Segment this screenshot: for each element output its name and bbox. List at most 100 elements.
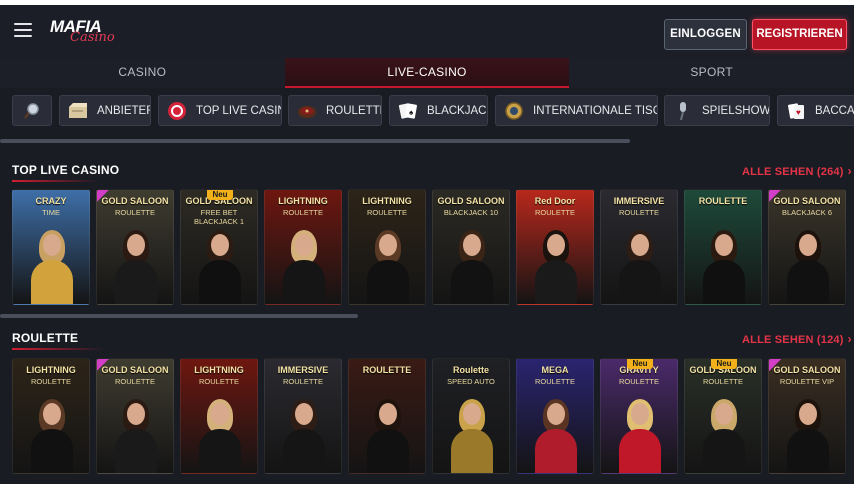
see-all-label: ALLE SEHEN (124) — [742, 334, 844, 346]
dealer-image — [703, 230, 745, 304]
game-subtitle: ROULETTE — [114, 208, 155, 217]
game-subtitle: ROULETTE — [198, 377, 239, 386]
dealer-image — [283, 399, 325, 473]
game-subtitle: TIME — [42, 208, 60, 217]
category-blackjack[interactable]: ♠ BLACKJACK — [389, 95, 488, 126]
game-tile[interactable]: ROULETTE — [684, 189, 762, 305]
section-scrollbar[interactable] — [0, 314, 358, 318]
neu-badge: Neu — [711, 359, 737, 369]
game-subtitle: ROULETTE — [282, 377, 323, 386]
top-bar: MAFIA Casino EINLOGGEN REGISTRIEREN — [0, 0, 854, 58]
category-baccarat[interactable]: ♥ BACCARAT — [777, 95, 854, 126]
svg-text:♥: ♥ — [796, 108, 801, 117]
category-search[interactable] — [12, 95, 52, 126]
game-tile[interactable]: GOLD SALOON BLACKJACK 10 — [432, 189, 510, 305]
game-tile[interactable]: LIGHTNING ROULETTE — [348, 189, 426, 305]
game-tile[interactable]: LIGHTNING ROULETTE — [12, 358, 90, 474]
category-top-live-casino[interactable]: TOP LIVE CASINO — [158, 95, 282, 126]
game-tile[interactable]: Neu GRAVITY ROULETTE — [600, 358, 678, 474]
game-subtitle: ROULETTE VIP — [779, 377, 835, 386]
game-tile[interactable]: GOLD SALOON ROULETTE — [96, 358, 174, 474]
section-underline — [12, 348, 104, 350]
game-title: IMMERSIVE — [613, 196, 665, 206]
game-subtitle: ROULETTE — [282, 208, 323, 217]
section-title: ROULETTE — [12, 331, 104, 350]
neu-badge: Neu — [627, 359, 653, 369]
game-tile[interactable]: IMMERSIVE ROULETTE — [264, 358, 342, 474]
game-subtitle: ROULETTE — [366, 208, 407, 217]
main-tabs: CASINO LIVE-CASINO SPORT — [0, 58, 854, 88]
game-subtitle: BLACKJACK 6 — [781, 208, 833, 217]
dealer-image — [367, 230, 409, 304]
dealer-image — [115, 399, 157, 473]
game-tile[interactable]: GOLD SALOON ROULETTE VIP — [768, 358, 846, 474]
category-bar: ANBIETER TOP LIVE CASINO ROULETTE ♠ BLAC… — [0, 95, 854, 127]
tab-live-casino[interactable]: LIVE-CASINO — [284, 58, 570, 88]
dealer-image — [619, 399, 661, 473]
game-subtitle: ROULETTE — [618, 377, 659, 386]
new-corner-badge — [97, 190, 110, 203]
category-anbieter[interactable]: ANBIETER — [59, 95, 151, 126]
game-grid-top-live-casino: CRAZY TIME GOLD SALOON ROULETTE Neu GOLD SALO… — [0, 189, 854, 307]
game-tile[interactable]: MEGA ROULETTE — [516, 358, 594, 474]
dealer-image — [787, 399, 829, 473]
game-title: LIGHTNING — [26, 365, 76, 375]
globe-icon — [504, 101, 524, 121]
chevron-right-icon: › — [847, 332, 852, 346]
playing-cards-icon: ♥ — [786, 101, 806, 121]
game-tile[interactable]: Neu GOLD SALOON ROULETTE — [684, 358, 762, 474]
section-title-text: ROULETTE — [12, 331, 79, 345]
category-scrollbar[interactable] — [0, 139, 630, 143]
see-all-link[interactable]: ALLE SEHEN (264) › — [742, 164, 852, 178]
see-all-link[interactable]: ALLE SEHEN (124) › — [742, 332, 852, 346]
game-title: IMMERSIVE — [277, 365, 329, 375]
game-subtitle: ROULETTE — [30, 377, 71, 386]
game-title: ROULETTE — [698, 196, 748, 206]
dealer-image — [451, 399, 493, 473]
new-corner-badge — [769, 190, 782, 203]
box-icon — [68, 101, 88, 121]
game-title: ROULETTE — [362, 365, 412, 375]
game-tile[interactable]: IMMERSIVE ROULETTE — [600, 189, 678, 305]
dealer-image — [31, 399, 73, 473]
game-tile[interactable]: LIGHTNING ROULETTE — [264, 189, 342, 305]
game-subtitle: ROULETTE — [534, 208, 575, 217]
category-internationale-tische[interactable]: INTERNATIONALE TISCHE — [495, 95, 658, 126]
menu-icon[interactable] — [14, 23, 32, 37]
game-tile[interactable]: GOLD SALOON ROULETTE — [96, 189, 174, 305]
game-tile[interactable]: Neu GOLD SALOON FREE BET BLACKJACK 1 — [180, 189, 258, 305]
category-label: ANBIETER — [97, 104, 151, 117]
dealer-image — [367, 399, 409, 473]
game-tile[interactable]: Red Door ROULETTE — [516, 189, 594, 305]
dealer-image — [115, 230, 157, 304]
tab-casino[interactable]: CASINO — [0, 58, 285, 88]
game-tile[interactable]: CRAZY TIME — [12, 189, 90, 305]
game-subtitle: BLACKJACK 10 — [443, 208, 499, 217]
game-title: LIGHTNING — [278, 196, 328, 206]
logo[interactable]: MAFIA Casino — [48, 17, 120, 47]
chevron-right-icon: › — [847, 164, 852, 178]
game-tile[interactable]: Roulette SPEED AUTO — [432, 358, 510, 474]
game-tile[interactable]: GOLD SALOON BLACKJACK 6 — [768, 189, 846, 305]
tab-sport[interactable]: SPORT — [569, 58, 854, 88]
category-roulette[interactable]: ROULETTE — [288, 95, 382, 126]
dealer-image — [199, 230, 241, 304]
dealer-image — [703, 399, 745, 473]
dealer-image — [283, 230, 325, 304]
category-label: ROULETTE — [326, 104, 382, 117]
game-tile[interactable]: ROULETTE — [348, 358, 426, 474]
roulette-wheel-icon — [297, 101, 317, 121]
category-label: BACCARAT — [815, 104, 854, 117]
game-subtitle: ROULETTE — [702, 377, 743, 386]
game-tile[interactable]: LIGHTNING ROULETTE — [180, 358, 258, 474]
category-label: TOP LIVE CASINO — [196, 104, 281, 117]
game-title: LIGHTNING — [362, 196, 412, 206]
chip-icon — [167, 101, 187, 121]
dealer-image — [31, 230, 73, 304]
category-spielshows[interactable]: SPIELSHOWS — [664, 95, 770, 126]
game-title: Roulette — [453, 365, 489, 375]
game-subtitle: ROULETTE — [114, 377, 155, 386]
neu-badge: Neu — [207, 190, 233, 200]
register-button[interactable]: REGISTRIEREN — [752, 19, 847, 50]
login-button[interactable]: EINLOGGEN — [664, 19, 747, 50]
